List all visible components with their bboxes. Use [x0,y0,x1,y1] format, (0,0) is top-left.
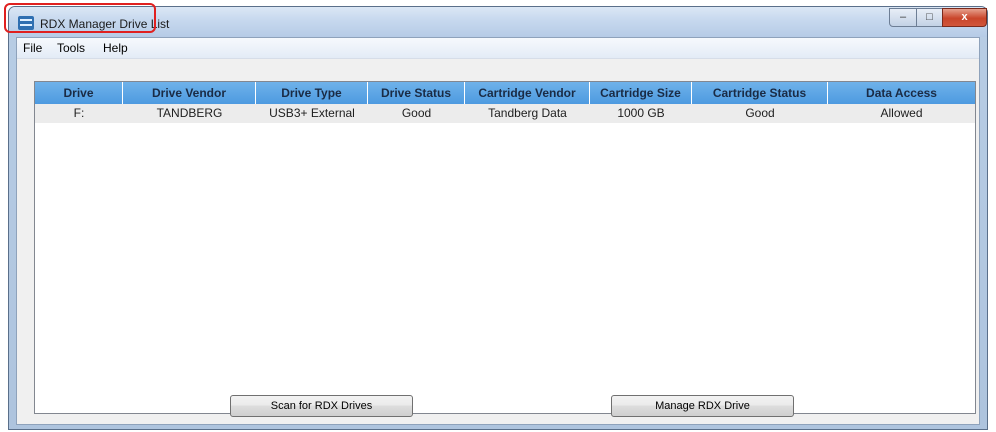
main-window: RDX Manager Drive List – □ x File Tools … [8,6,988,430]
menu-file[interactable]: File [20,41,45,55]
table-header: Drive Drive Vendor Drive Type Drive Stat… [35,82,975,104]
drive-list-table: Drive Drive Vendor Drive Type Drive Stat… [34,81,976,414]
column-header-cartridge-status[interactable]: Cartridge Status [692,82,828,104]
close-button[interactable]: x [942,8,987,27]
cell-cartridge-size: 1000 GB [617,106,665,120]
minimize-button[interactable]: – [889,8,917,27]
scan-for-rdx-drives-button[interactable]: Scan for RDX Drives [230,395,413,417]
column-header-drive[interactable]: Drive [35,82,123,104]
menu-highlight-annotation [4,3,156,33]
table-row[interactable]: F: TANDBERG USB3+ External Good Tandberg… [35,104,975,123]
maximize-button[interactable]: □ [916,8,943,27]
cell-cartridge-vendor: Tandberg Data [488,106,567,120]
manage-rdx-drive-button[interactable]: Manage RDX Drive [611,395,794,417]
menu-bar: File Tools Help [17,38,979,59]
cell-cartridge-status: Good [745,106,775,120]
menu-help[interactable]: Help [100,41,131,55]
column-header-drive-vendor[interactable]: Drive Vendor [123,82,256,104]
column-header-cartridge-vendor[interactable]: Cartridge Vendor [465,82,590,104]
column-header-cartridge-size[interactable]: Cartridge Size [590,82,692,104]
menu-tools[interactable]: Tools [54,41,88,55]
cell-drive-status: Good [401,106,432,120]
column-header-data-access[interactable]: Data Access [828,82,975,104]
column-header-drive-type[interactable]: Drive Type [256,82,368,104]
cell-data-access: Allowed [880,106,923,120]
cell-drive: F: [73,106,85,120]
cell-drive-vendor: TANDBERG [156,106,223,120]
column-header-drive-status[interactable]: Drive Status [368,82,465,104]
cell-drive-type: USB3+ External [269,106,355,120]
client-area: File Tools Help Drive Drive Vendor Drive… [16,37,980,425]
